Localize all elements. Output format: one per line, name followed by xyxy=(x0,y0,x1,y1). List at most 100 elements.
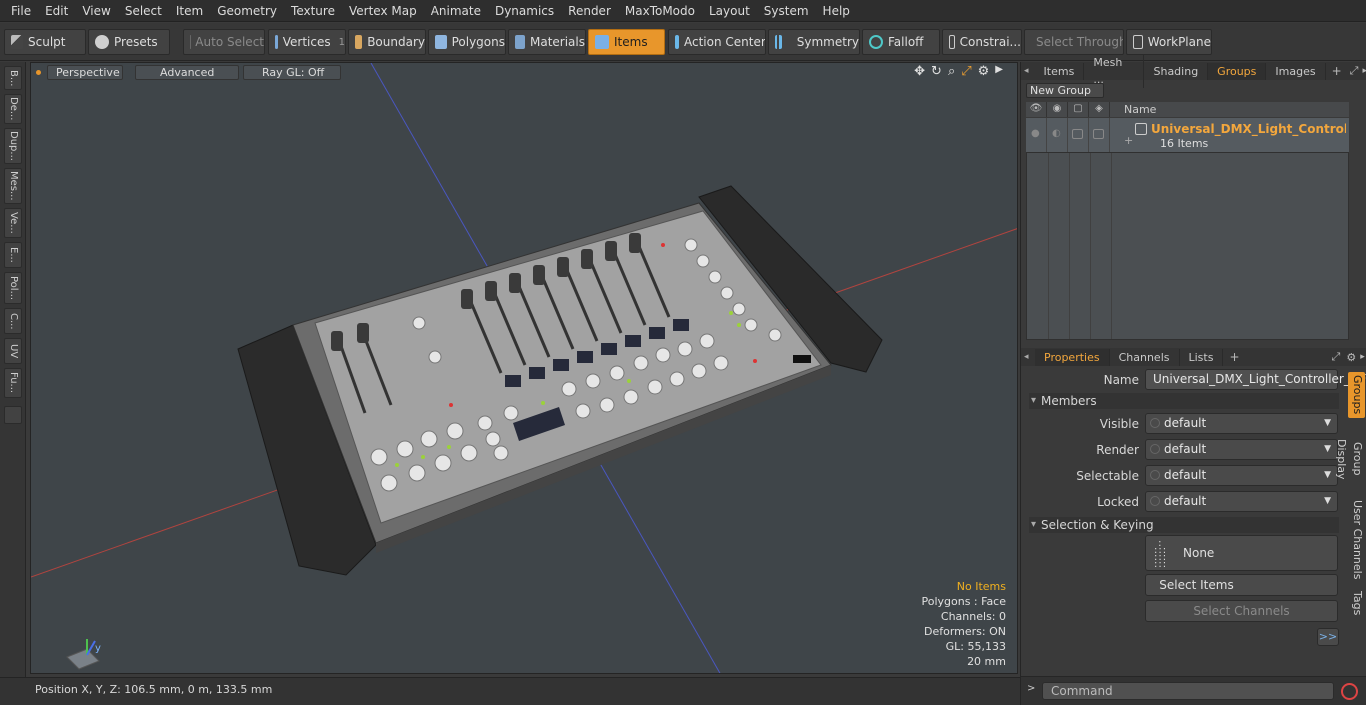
falloff-button[interactable]: Falloff xyxy=(862,29,940,55)
menu-render[interactable]: Render xyxy=(561,0,618,22)
polygons-button[interactable]: Polygons xyxy=(428,29,506,55)
tab-properties[interactable]: Properties xyxy=(1035,348,1110,366)
menu-system[interactable]: System xyxy=(757,0,816,22)
menu-geometry[interactable]: Geometry xyxy=(210,0,284,22)
menu-vertex-map[interactable]: Vertex Map xyxy=(342,0,424,22)
zoom-view-icon[interactable]: ⌕ xyxy=(948,64,955,79)
tab-channels[interactable]: Channels xyxy=(1110,348,1180,366)
properties-settings-icon[interactable]: ⚙ xyxy=(1346,351,1356,364)
menu-maxtomodo[interactable]: MaxToModo xyxy=(618,0,702,22)
menu-view[interactable]: View xyxy=(75,0,117,22)
viewport-menu-icon[interactable]: ▶ xyxy=(995,64,1003,79)
members-section[interactable]: Members xyxy=(1029,393,1339,409)
selectable-dropdown[interactable]: default ▼ xyxy=(1145,465,1338,486)
panel-arrow-icon[interactable]: ◂ xyxy=(1021,66,1035,76)
viewport-mode-dropdown[interactable]: Perspective xyxy=(47,65,123,80)
viewport-settings-icon[interactable]: ⚙ xyxy=(978,64,990,79)
visible-dropdown[interactable]: default ▼ xyxy=(1145,413,1338,434)
render-dropdown[interactable]: default ▼ xyxy=(1145,439,1338,460)
group-name[interactable]: Universal_DMX_Light_Controller... xyxy=(1151,122,1346,136)
add-tab-icon[interactable]: + xyxy=(1332,64,1342,78)
left-tool-strip: B... De... Dup... Mes... Ve... E... Pol.… xyxy=(0,62,26,677)
rotate-view-icon[interactable]: ↻ xyxy=(931,64,942,79)
select-through-button[interactable]: Select Through xyxy=(1024,29,1124,55)
name-column-header[interactable]: Name xyxy=(1110,103,1156,116)
group-render-toggle[interactable]: ◐ xyxy=(1047,118,1068,152)
left-tab-duplicate[interactable]: Dup... xyxy=(4,128,22,164)
tab-groups[interactable]: Groups xyxy=(1208,62,1267,80)
expand-panel-icon[interactable]: ⤢ xyxy=(1350,64,1359,78)
select-mode-button[interactable]: :::::::::: None xyxy=(1145,535,1338,571)
items-button[interactable]: Items xyxy=(588,29,665,55)
select-channels-button[interactable]: Select Channels xyxy=(1145,600,1338,622)
menu-texture[interactable]: Texture xyxy=(284,0,342,22)
side-tab-tags[interactable]: Tags xyxy=(1348,586,1365,620)
sculpt-button[interactable]: Sculpt xyxy=(4,29,86,55)
left-tab-curve[interactable]: C... xyxy=(4,308,22,334)
selection-keying-section[interactable]: Selection & Keying xyxy=(1029,517,1339,533)
panel-menu-icon[interactable]: ▸ xyxy=(1362,66,1366,76)
left-tab-fusion[interactable]: Fu... xyxy=(4,368,22,398)
properties-menu-icon[interactable]: ▸ xyxy=(1360,352,1365,362)
3d-viewport[interactable]: y Perspective Advanced Ray GL: Off ✥ ↻ ⌕… xyxy=(30,62,1018,674)
expand-group-icon[interactable]: + xyxy=(1124,134,1133,147)
select-items-button[interactable]: Select Items xyxy=(1145,574,1338,596)
left-tab-uv[interactable]: UV xyxy=(4,338,22,364)
workplane-button[interactable]: WorkPlane xyxy=(1126,29,1212,55)
command-input[interactable]: Command xyxy=(1042,682,1334,700)
menu-layout[interactable]: Layout xyxy=(702,0,757,22)
left-tab-basic[interactable]: B... xyxy=(4,66,22,90)
left-tab-extra[interactable] xyxy=(4,406,22,424)
materials-button[interactable]: Materials xyxy=(508,29,586,55)
left-tab-deform[interactable]: De... xyxy=(4,94,22,124)
left-tab-mesh[interactable]: Mes... xyxy=(4,168,22,204)
record-icon[interactable] xyxy=(1341,683,1358,700)
menu-help[interactable]: Help xyxy=(816,0,857,22)
tab-shading[interactable]: Shading xyxy=(1144,62,1209,80)
menu-file[interactable]: File xyxy=(4,0,38,22)
name-label: Name xyxy=(1103,373,1139,387)
group-select-toggle[interactable] xyxy=(1068,118,1089,152)
maximize-view-icon[interactable]: ⤢ xyxy=(961,64,971,79)
menu-dynamics[interactable]: Dynamics xyxy=(488,0,561,22)
menu-item[interactable]: Item xyxy=(169,0,210,22)
more-button[interactable]: >> xyxy=(1317,628,1339,646)
locked-dropdown[interactable]: default ▼ xyxy=(1145,491,1338,512)
auto-select-button[interactable]: Auto Select xyxy=(183,29,265,55)
tab-items[interactable]: Items xyxy=(1035,62,1085,80)
group-visible-toggle[interactable]: ● xyxy=(1026,118,1047,152)
menu-edit[interactable]: Edit xyxy=(38,0,75,22)
vertices-button[interactable]: Vertices 1 xyxy=(268,29,346,55)
menu-select[interactable]: Select xyxy=(118,0,169,22)
constraints-button[interactable]: Constrai... xyxy=(942,29,1022,55)
expand-properties-icon[interactable]: ⤢ xyxy=(1332,350,1341,364)
viewport-shading-dropdown[interactable]: Advanced xyxy=(135,65,239,80)
tab-lists[interactable]: Lists xyxy=(1180,348,1224,366)
groups-list-area[interactable] xyxy=(1026,152,1349,340)
lock-column-icon[interactable]: ◈ xyxy=(1089,102,1110,117)
left-tab-polygon[interactable]: Pol... xyxy=(4,272,22,304)
items-icon xyxy=(595,35,609,49)
boundary-button[interactable]: Boundary xyxy=(348,29,426,55)
move-view-icon[interactable]: ✥ xyxy=(914,64,925,79)
render-column-icon[interactable]: ◉ xyxy=(1047,102,1068,117)
group-lock-toggle[interactable] xyxy=(1089,118,1110,152)
left-tab-edge[interactable]: E... xyxy=(4,242,22,268)
side-tab-group-display[interactable]: Group Display xyxy=(1335,424,1365,494)
properties-arrow-icon[interactable]: ◂ xyxy=(1021,352,1035,362)
group-row[interactable]: ● ◐ + Universal_DMX_Light_Controller... … xyxy=(1026,118,1349,152)
name-field[interactable]: Universal_DMX_Light_Controller_OFF xyxy=(1145,369,1366,390)
add-properties-tab-icon[interactable]: + xyxy=(1229,350,1239,364)
symmetry-button[interactable]: Symmetry xyxy=(768,29,860,55)
side-tab-groups[interactable]: Groups xyxy=(1348,372,1365,418)
side-tab-user-channels[interactable]: User Channels xyxy=(1348,500,1365,580)
new-group-button[interactable]: New Group xyxy=(1026,83,1104,98)
action-center-button[interactable]: Action Center xyxy=(668,29,766,55)
selectable-column-icon[interactable]: ▢ xyxy=(1068,102,1089,117)
menu-animate[interactable]: Animate xyxy=(424,0,488,22)
tab-images[interactable]: Images xyxy=(1266,62,1326,80)
visibility-column-icon[interactable]: 👁 xyxy=(1026,102,1047,117)
presets-button[interactable]: Presets xyxy=(88,29,170,55)
left-tab-vertex[interactable]: Ve... xyxy=(4,208,22,238)
viewport-raygl-dropdown[interactable]: Ray GL: Off xyxy=(243,65,341,80)
